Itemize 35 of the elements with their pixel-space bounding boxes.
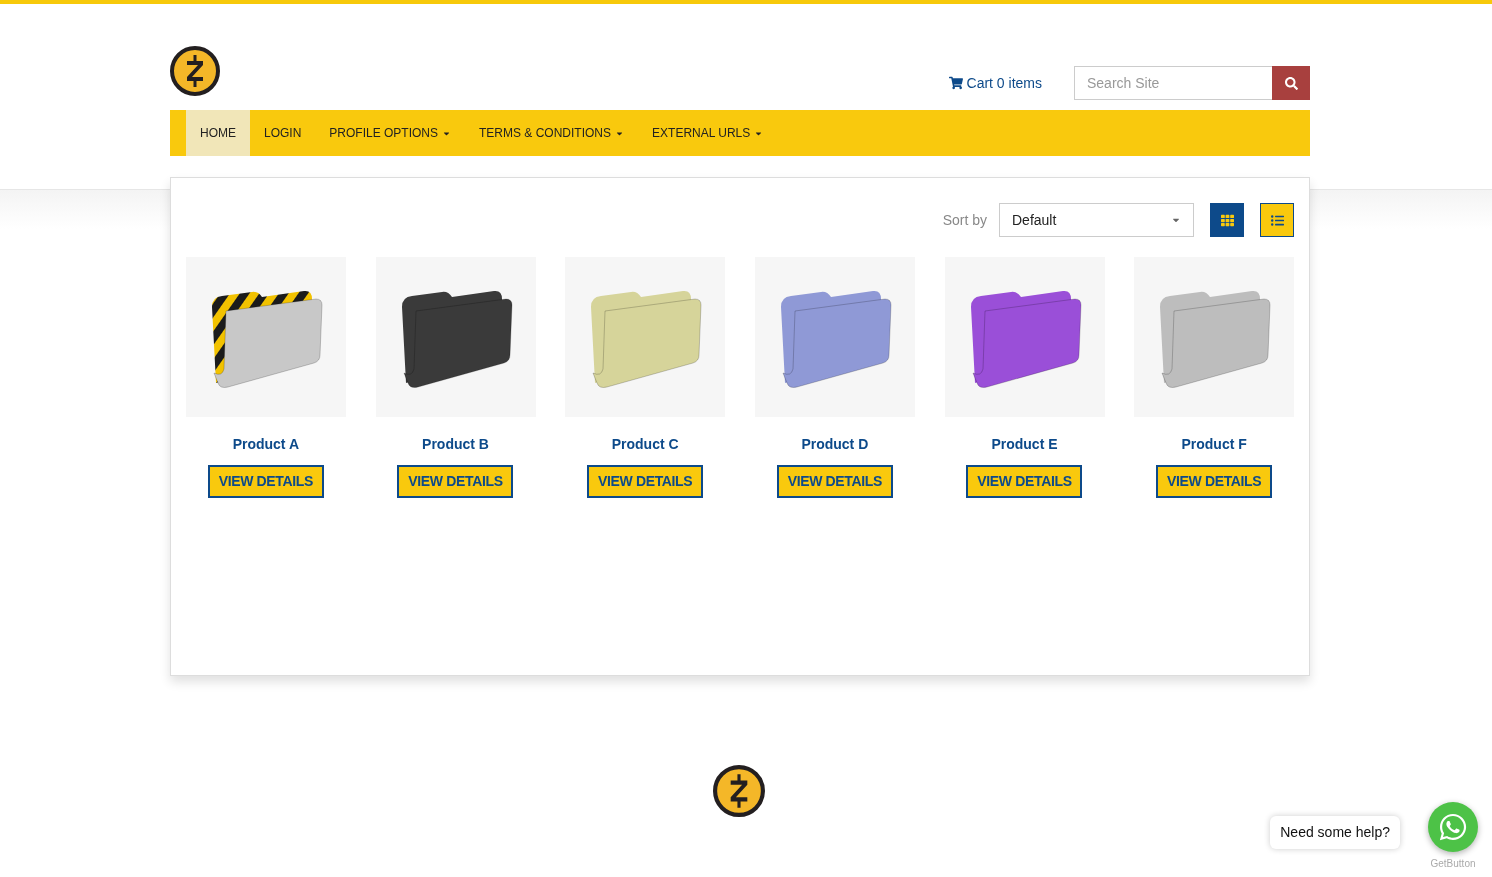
help-bubble[interactable]: Need some help?: [1270, 816, 1400, 849]
product-name[interactable]: Product F: [1181, 434, 1247, 455]
cart-icon: [948, 76, 963, 90]
cart-link[interactable]: Cart 0 items: [948, 72, 1042, 94]
product-name[interactable]: Product C: [611, 434, 679, 455]
search-field[interactable]: Search Site: [1074, 66, 1272, 100]
product-name[interactable]: Product A: [232, 434, 299, 455]
grid-view-button[interactable]: [1210, 203, 1244, 237]
view-details-button[interactable]: VIEW DETAILS: [1156, 465, 1273, 498]
sort-dropdown[interactable]: Default: [999, 203, 1194, 237]
whatsapp-icon: [1438, 812, 1468, 842]
product-name[interactable]: Product B: [422, 434, 489, 455]
view-details-button[interactable]: VIEW DETAILS: [207, 465, 324, 498]
product-name[interactable]: Product D: [801, 434, 869, 455]
search-button[interactable]: [1272, 66, 1310, 100]
logo-icon: [713, 765, 765, 817]
search-icon: [1284, 76, 1298, 90]
nav-item[interactable]: HOME: [186, 110, 250, 156]
product-image[interactable]: [185, 257, 346, 417]
nav-item[interactable]: EXTERNAL URLS: [638, 110, 778, 156]
widget-caption: GetButton: [1430, 857, 1476, 871]
nav-item[interactable]: TERMS & CONDITIONS: [465, 110, 639, 156]
nav-item[interactable]: LOGIN: [250, 110, 316, 156]
view-details-button[interactable]: VIEW DETAILS: [397, 465, 514, 498]
list-view-button[interactable]: [1260, 203, 1294, 237]
view-details-button[interactable]: VIEW DETAILS: [587, 465, 704, 498]
logo-icon: [170, 46, 220, 96]
grid-icon: [1220, 213, 1234, 227]
nav-item[interactable]: PROFILE OPTIONS: [315, 110, 466, 156]
sort-label: Sort by: [942, 210, 987, 230]
view-details-button[interactable]: VIEW DETAILS: [966, 465, 1083, 498]
product-name[interactable]: Product E: [991, 434, 1058, 455]
list-icon: [1270, 213, 1284, 227]
view-details-button[interactable]: VIEW DETAILS: [776, 465, 893, 498]
product-image[interactable]: [375, 257, 536, 417]
